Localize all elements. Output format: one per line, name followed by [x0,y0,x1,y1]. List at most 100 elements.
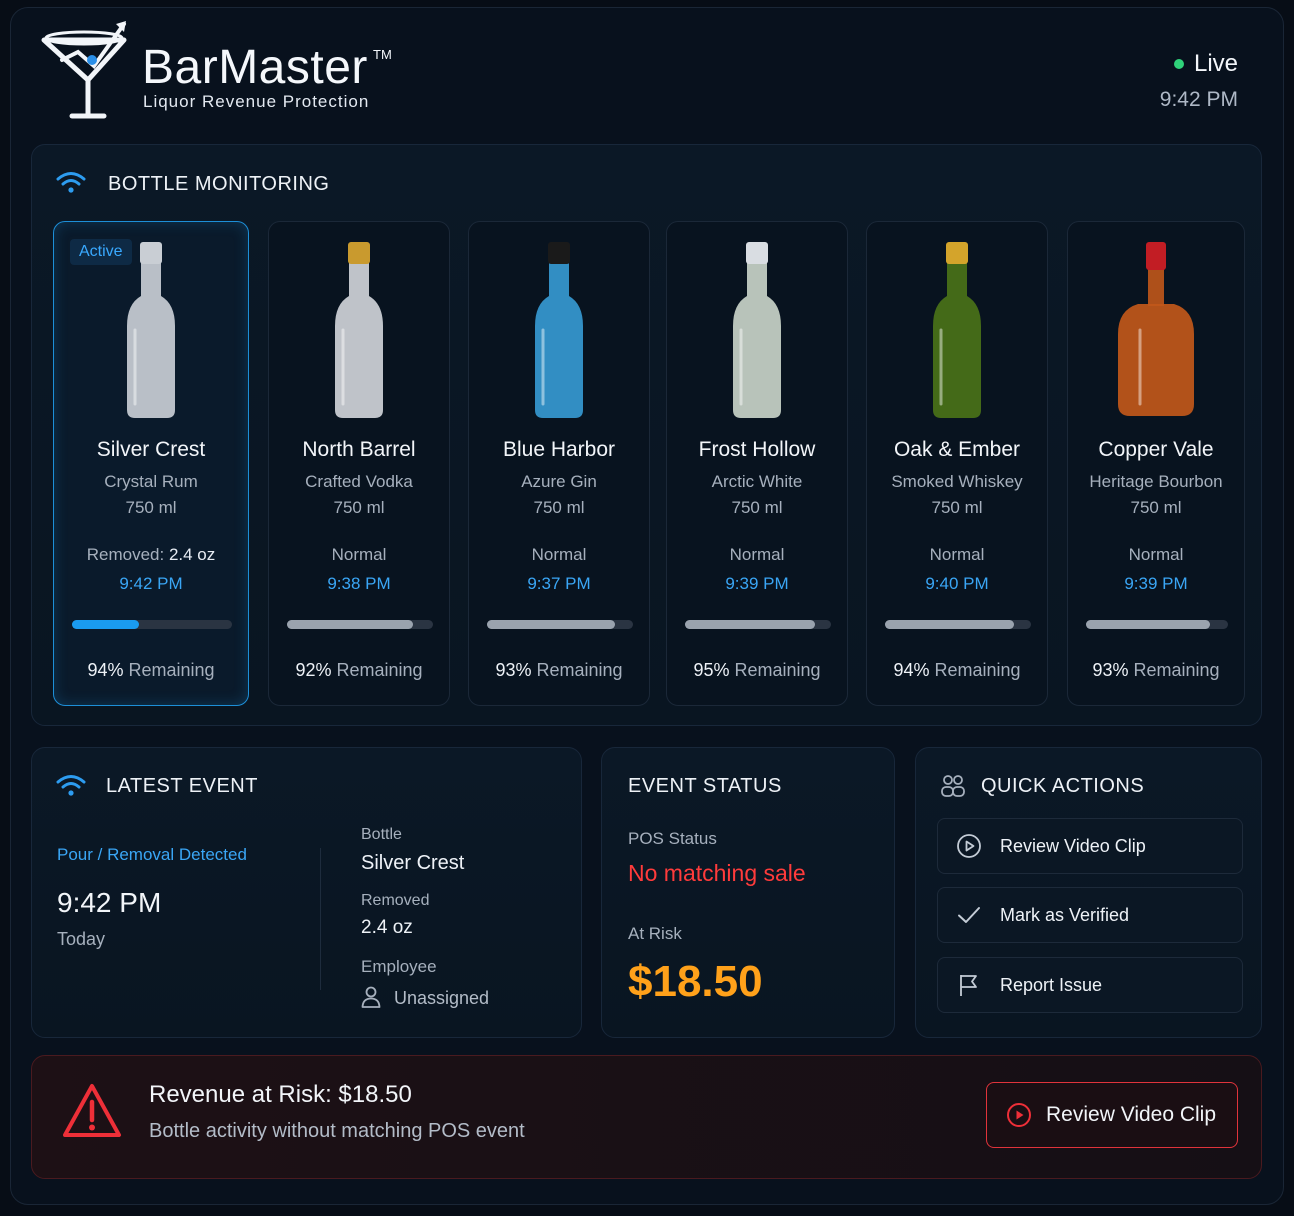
latest-event-title: LATEST EVENT [106,775,258,797]
alert-review-video-clip-label: Review Video Clip [1046,1103,1217,1126]
quick-actions-title: QUICK ACTIONS [981,775,1145,797]
review-video-clip-button[interactable]: Review Video Clip [937,818,1243,874]
bottle-image [1118,242,1194,416]
bottle-size: 750 ml [333,498,385,517]
bottle-size: 750 ml [731,498,783,517]
employee-value: Unassigned [394,988,490,1008]
alert-subtitle: Bottle activity without matching POS eve… [149,1120,525,1142]
bottle-event-time: 9:38 PM [327,574,391,593]
bottle-image [127,242,175,418]
remaining-label: Remaining [128,660,215,680]
bottle-status: Normal [667,545,847,565]
brand-tagline: Liquor Revenue Protection [143,92,370,111]
bottle-name: Frost Hollow [698,438,816,461]
remaining-percent: 92% [295,660,332,680]
bottle-event-time: 9:39 PM [1124,574,1188,593]
bottle-event-time: 9:39 PM [725,574,789,593]
bottle-status-label: Normal [1128,545,1184,564]
bottle-card[interactable]: Active Silver Crest Crystal Rum 750 ml Remov… [53,221,249,706]
bottle-card[interactable]: Copper Vale Heritage Bourbon 750 ml Normal 9… [1067,221,1245,706]
live-status: Live 9:42 PM [1160,50,1238,112]
remaining-percent: 94% [893,660,930,680]
bottle-status: Normal [469,545,649,565]
martini-logo-icon [41,21,127,119]
alert-review-video-clip-button[interactable]: Review Video Clip [986,1082,1238,1148]
brand-trademark: TM [373,47,392,62]
at-risk-key: At Risk [628,924,682,943]
level-bar [72,620,232,629]
bottle-status-label: Removed: [86,545,169,564]
remaining-percent: 93% [1092,660,1129,680]
event-type-label: Pour / Removal Detected [57,845,247,864]
play-circle-icon [957,834,981,858]
bottle-status: Normal [867,545,1047,565]
remaining-text: 93% Remaining [1068,660,1244,681]
employee-key: Employee [361,957,437,976]
bottle-name: Oak & Ember [893,438,1021,461]
level-bar-fill [287,620,414,629]
event-divider [320,848,321,990]
bottle-name: Copper Vale [1098,438,1214,461]
user-icon [361,986,381,1008]
bottle-image [733,242,781,418]
event-day: Today [57,929,106,949]
bottle-status-label: Normal [929,545,985,564]
remaining-text: 93% Remaining [469,660,649,681]
level-bar [1086,620,1228,629]
checkmark-icon [958,907,980,923]
bottle-status-label: Normal [331,545,387,564]
remaining-label: Remaining [934,660,1021,680]
level-bar-fill [487,620,615,629]
remaining-text: 95% Remaining [667,660,847,681]
remaining-percent: 93% [495,660,532,680]
bottle-size: 750 ml [1130,498,1182,517]
bottle-type: Crafted Vodka [305,472,413,491]
bottle-card[interactable]: Blue Harbor Azure Gin 750 ml Normal 9:37 PM 9… [468,221,650,706]
alert-title: Revenue at Risk: $18.50 [149,1081,412,1108]
bottle-status-label: Normal [531,545,587,564]
bottle-card[interactable]: Oak & Ember Smoked Whiskey 750 ml Normal 9:4… [866,221,1048,706]
wifi-icon [56,775,86,796]
pos-status-value: No matching sale [628,860,806,886]
bottle-event-time: 9:37 PM [527,574,591,593]
bottle-type: Crystal Rum [104,472,198,491]
bottle-name: Blue Harbor [502,438,616,461]
bottle-status: Removed: 2.4 oz [54,545,248,565]
remaining-text: 94% Remaining [54,660,248,681]
mark-as-verified-label: Mark as Verified [1000,904,1130,925]
removed-key: Removed [361,892,430,909]
level-bar-fill [685,620,816,629]
event-status-title: EVENT STATUS [628,775,782,797]
bottle-type: Azure Gin [521,472,597,491]
bottle-key: Bottle [361,826,402,843]
wifi-icon [56,172,86,193]
review-video-clip-label: Review Video Clip [1000,835,1146,856]
bottle-name: Silver Crest [96,438,206,461]
bottle-card[interactable]: Frost Hollow Arctic White 750 ml Normal 9:39… [666,221,848,706]
remaining-percent: 94% [87,660,124,680]
bottle-event-time: 9:40 PM [925,574,989,593]
level-bar [685,620,831,629]
bottle-image [535,242,583,418]
bottle-size: 750 ml [533,498,585,517]
bottle-size: 750 ml [125,498,177,517]
bottle-event-time: 9:42 PM [119,574,183,593]
level-bar-fill [885,620,1014,629]
play-circle-icon [1007,1103,1031,1127]
flag-icon [960,975,977,996]
bottle-size: 750 ml [931,498,983,517]
report-issue-button[interactable]: Report Issue [937,957,1243,1013]
level-bar-fill [1086,620,1211,629]
remaining-label: Remaining [336,660,423,680]
bottle-card[interactable]: North Barrel Crafted Vodka 750 ml Normal 9:3… [268,221,450,706]
report-issue-label: Report Issue [1000,974,1103,995]
bottle-monitoring-title: BOTTLE MONITORING [108,173,330,195]
bottle-type: Heritage Bourbon [1089,472,1223,491]
pos-status-key: POS Status [628,829,717,848]
remaining-label: Remaining [734,660,821,680]
at-risk-amount: $18.50 [628,957,763,1006]
bottle-image [933,242,981,418]
mark-as-verified-button[interactable]: Mark as Verified [937,887,1243,943]
bottle-status-value: 2.4 oz [168,545,216,564]
level-bar [487,620,633,629]
